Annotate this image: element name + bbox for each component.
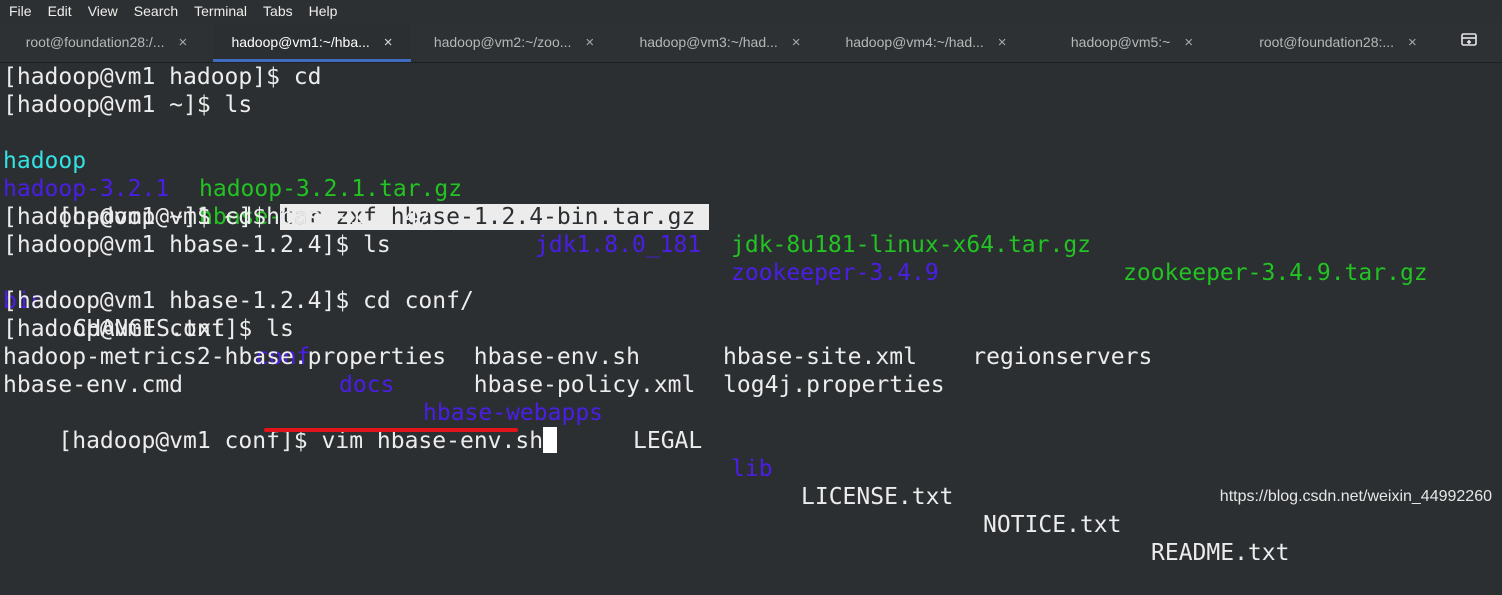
ls-output-line: hadoop hadoop-3.2.1.tar.gz java jdk-8u18… — [3, 119, 1428, 286]
terminal-line: [hadoop@vm1 conf]$ vim hbase-env.sh — [3, 399, 558, 454]
tab-hadoop-vm2[interactable]: hadoop@vm2:~/zoo... × — [411, 22, 617, 62]
ls-entry: jdk-8u181-linux-x64.tar.gz — [731, 232, 1092, 258]
menu-file[interactable]: File — [0, 0, 40, 22]
ls-entry: jdk1.8.0_181 — [535, 232, 702, 258]
tab-close-icon[interactable]: × — [1184, 34, 1193, 51]
terminal-line: [hadoop@vm1 ~]$ cd hbase-1.2.4/ — [3, 204, 433, 230]
menu-search[interactable]: Search — [126, 0, 186, 22]
terminal-line: [hadoop@vm1 hbase-1.2.4]$ cd conf/ — [3, 288, 474, 314]
ls-entry: README.txt — [1151, 540, 1290, 566]
tab-label: root@foundation28:/... — [25, 34, 165, 50]
tab-label: hadoop@vm4:~/had... — [845, 34, 984, 50]
menu-tabs[interactable]: Tabs — [255, 0, 301, 22]
tab-label: hadoop@vm5:~ — [1070, 34, 1171, 50]
menu-help[interactable]: Help — [301, 0, 346, 22]
terminal-line: [hadoop@vm1 hbase-1.2.4]$ ls — [3, 232, 391, 258]
tab-bar: root@foundation28:/... × hadoop@vm1:~/hb… — [0, 22, 1502, 63]
new-tab-icon[interactable] — [1460, 32, 1478, 48]
menu-bar: File Edit View Search Terminal Tabs Help — [0, 0, 1502, 22]
tab-close-icon[interactable]: × — [1408, 34, 1417, 51]
ls-entry: zookeeper-3.4.9 — [731, 260, 939, 286]
tab-close-icon[interactable]: × — [585, 34, 594, 51]
tab-close-icon[interactable]: × — [384, 34, 393, 51]
tab-hadoop-vm4[interactable]: hadoop@vm4:~/had... × — [823, 22, 1029, 62]
tab-label: hadoop@vm3:~/had... — [639, 34, 778, 50]
terminal-cursor — [543, 427, 558, 453]
terminal-line: hbase-env.cmd hbase-policy.xml log4j.pro… — [3, 372, 945, 398]
menu-view[interactable]: View — [80, 0, 126, 22]
ls-entry: zookeeper-3.4.9.tar.gz — [1123, 260, 1428, 286]
terminal-line: [hadoop@vm1 ~]$ ls — [3, 92, 253, 118]
ls-entry: LICENSE.txt — [801, 484, 954, 510]
menu-terminal[interactable]: Terminal — [186, 0, 255, 22]
tab-label: hadoop@vm1:~/hba... — [231, 34, 370, 50]
tab-hadoop-vm3[interactable]: hadoop@vm3:~/had... × — [617, 22, 823, 62]
tab-label: hadoop@vm2:~/zoo... — [433, 34, 572, 50]
ls-output-line: hadoop-3.2.1 hbase-1.2.4-bin.tar.gz jdk1… — [3, 147, 939, 286]
terminal-line: hadoop-metrics2-hbase.properties hbase-e… — [3, 344, 1153, 370]
terminal-output[interactable]: [hadoop@vm1 hadoop]$ cd [hadoop@vm1 ~]$ … — [0, 63, 1502, 566]
tab-hadoop-vm5[interactable]: hadoop@vm5:~ × — [1029, 22, 1235, 62]
ls-entry: LEGAL — [633, 428, 703, 454]
ls-output-line: bin CHANGES.txt conf docs hbase-webapps … — [3, 259, 1289, 566]
terminal-line: [hadoop@vm1 hadoop]$ cd — [3, 64, 322, 90]
ls-entry: NOTICE.txt — [983, 512, 1122, 538]
terminal-line: [hadoop@vm1 conf]$ ls — [3, 316, 294, 342]
tab-root-foundation28-2[interactable]: root@foundation28:... × — [1235, 22, 1441, 62]
ls-entry: lib — [731, 456, 773, 482]
red-underline-annotation — [264, 428, 518, 432]
tab-label: root@foundation28:... — [1259, 34, 1395, 50]
tab-close-icon[interactable]: × — [178, 34, 187, 51]
tab-root-foundation28[interactable]: root@foundation28:/... × — [0, 22, 213, 62]
terminal-line: [hadoop@vm1 ~]$ tar zxf hbase-1.2.4-bin.… — [3, 175, 710, 230]
menu-edit[interactable]: Edit — [40, 0, 80, 22]
tab-close-icon[interactable]: × — [998, 34, 1007, 51]
tab-close-icon[interactable]: × — [792, 34, 801, 51]
tab-hadoop-vm1[interactable]: hadoop@vm1:~/hba... × — [213, 22, 411, 62]
watermark: https://blog.csdn.net/weixin_44992260 — [1219, 488, 1492, 505]
